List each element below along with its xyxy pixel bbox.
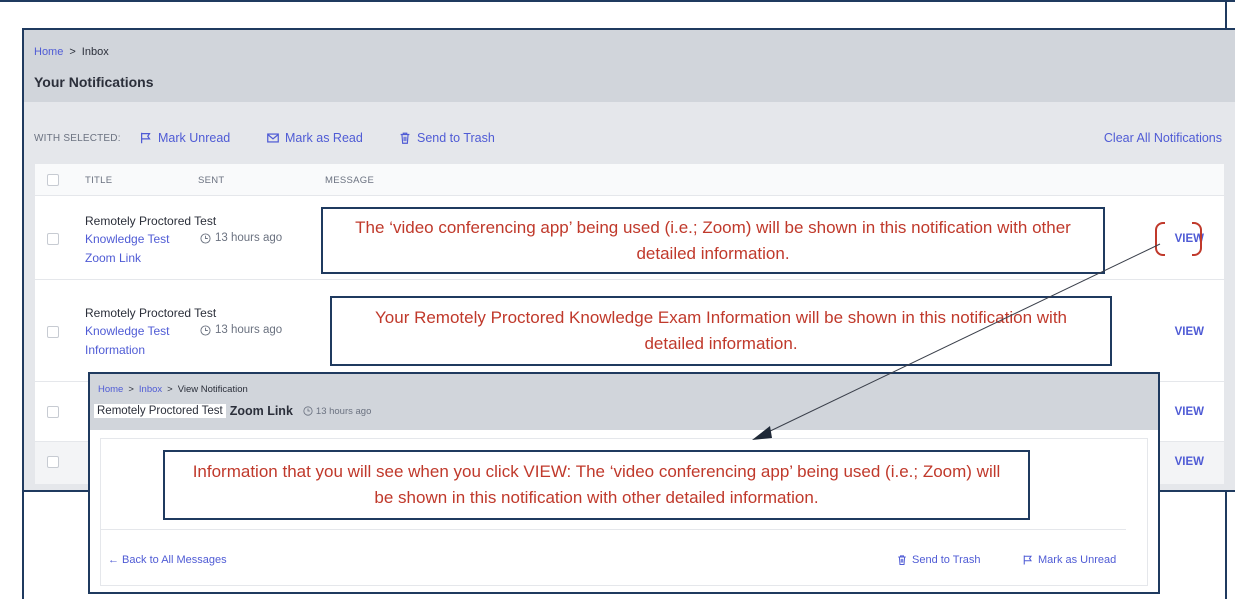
detail-divider <box>100 529 1126 530</box>
page-title: Your Notifications <box>34 74 154 90</box>
row-subtitle: Information <box>85 343 146 357</box>
detail-mark-unread-label: Mark as Unread <box>1038 554 1117 566</box>
select-all-checkbox[interactable] <box>47 174 59 186</box>
annotation-top-border <box>0 0 1235 2</box>
row-checkbox[interactable] <box>47 456 59 468</box>
mark-unread-button[interactable]: Mark Unread <box>139 131 230 145</box>
detail-send-to-trash-button[interactable]: Send to Trash <box>896 554 981 566</box>
breadcrumb-current: Inbox <box>81 46 109 58</box>
breadcrumb: Home > Inbox <box>34 46 109 58</box>
view-link[interactable]: VIEW <box>1175 406 1204 418</box>
clear-all-notifications-link[interactable]: Clear All Notifications <box>1104 131 1222 145</box>
view-link[interactable]: VIEW <box>1175 326 1204 338</box>
breadcrumb-separator: > <box>69 46 76 58</box>
row-title: Remotely Proctored Test <box>85 214 217 228</box>
annotation-callout-exam-info: Your Remotely Proctored Knowledge Exam I… <box>330 296 1112 366</box>
detail-breadcrumb: Home > Inbox > View Notification <box>98 384 248 395</box>
annotation-callout-view-info: Information that you will see when you c… <box>163 450 1030 520</box>
trash-icon <box>898 555 906 565</box>
mark-read-label: Mark as Read <box>285 131 363 145</box>
page-header <box>24 30 1235 102</box>
breadcrumb-separator: > <box>128 384 134 395</box>
detail-send-to-trash-label: Send to Trash <box>912 554 981 566</box>
annotation-callout-zoom-link: The ‘video conferencing app’ being used … <box>321 207 1105 274</box>
clock-icon <box>200 232 211 244</box>
clock-icon <box>303 406 313 416</box>
row-title: Remotely Proctored Test <box>85 306 217 320</box>
send-to-trash-button[interactable]: Send to Trash <box>398 131 495 145</box>
column-header-title: TITLE <box>85 175 113 186</box>
bulk-actions-toolbar: WITH SELECTED: Mark Unread Mark as Read … <box>34 131 1224 149</box>
annotation-bracket-right <box>1192 222 1202 256</box>
detail-title-prefix: Remotely Proctored Test <box>94 404 226 418</box>
column-header-sent: SENT <box>198 175 225 186</box>
row-sent-time: 13 hours ago <box>200 324 282 336</box>
row-sent-time: 13 hours ago <box>200 232 282 244</box>
row-checkbox[interactable] <box>47 326 59 338</box>
detail-header <box>90 374 1158 430</box>
clock-icon <box>200 324 211 336</box>
column-header-message: MESSAGE <box>325 175 375 186</box>
row-subtitle: Knowledge Test <box>85 324 170 338</box>
annotation-bracket-left <box>1155 222 1165 256</box>
envelope-icon <box>267 133 279 143</box>
row-subtitle: Knowledge Test <box>85 232 170 246</box>
breadcrumb-separator: > <box>167 384 173 395</box>
mark-read-button[interactable]: Mark as Read <box>266 131 363 145</box>
detail-breadcrumb-home[interactable]: Home <box>98 384 123 395</box>
detail-breadcrumb-current: View Notification <box>177 384 248 395</box>
row-subtitle: Zoom Link <box>85 251 142 265</box>
annotation-left-border <box>22 492 24 599</box>
send-to-trash-label: Send to Trash <box>417 131 495 145</box>
detail-time-text: 13 hours ago <box>315 405 372 417</box>
flag-icon <box>141 132 151 144</box>
trash-icon <box>400 132 410 144</box>
detail-sent-time: 13 hours ago <box>303 406 371 417</box>
row-checkbox[interactable] <box>47 406 59 418</box>
back-to-all-messages-link[interactable]: ← Back to All Messages <box>108 554 227 566</box>
detail-breadcrumb-inbox[interactable]: Inbox <box>139 384 162 395</box>
row-time-text: 13 hours ago <box>215 232 283 244</box>
detail-title: Remotely Proctored Test Zoom Link 13 hou… <box>94 404 371 418</box>
breadcrumb-home-link[interactable]: Home <box>34 46 63 58</box>
detail-title-bold: Zoom Link <box>229 404 293 418</box>
flag-icon <box>1023 555 1032 565</box>
with-selected-label: WITH SELECTED: <box>34 133 121 144</box>
row-checkbox[interactable] <box>47 233 59 245</box>
table-header: TITLE SENT MESSAGE <box>35 164 1224 196</box>
view-link[interactable]: VIEW <box>1175 456 1204 468</box>
row-time-text: 13 hours ago <box>215 324 283 336</box>
mark-unread-label: Mark Unread <box>158 131 231 145</box>
detail-mark-unread-button[interactable]: Mark as Unread <box>1022 554 1116 566</box>
